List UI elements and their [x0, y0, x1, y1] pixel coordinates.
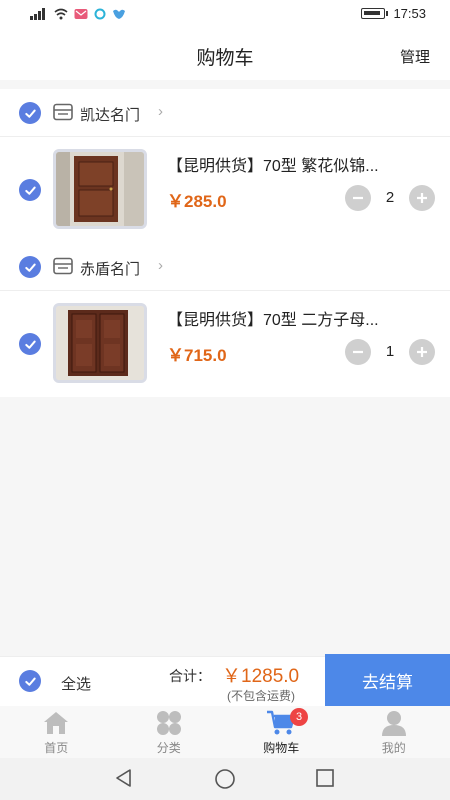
tab-label: 分类 [156, 741, 181, 755]
bird-icon [113, 9, 125, 19]
minus-icon [353, 350, 363, 354]
quantity-stepper: 2 [345, 185, 435, 211]
quantity-value: 2 [385, 189, 395, 206]
tab-bar: 首页 分类 3 购物车 我的 [0, 706, 450, 758]
checkout-bar: 全选 合计： ￥1285.0 (不包含运费) 去结算 [0, 654, 450, 707]
decrease-button[interactable] [345, 339, 371, 365]
app-header: 购物车 管理 [0, 30, 450, 80]
tab-label: 我的 [381, 741, 406, 755]
cart-item: 【昆明供货】70型 二方子母... ￥715.0 1 [0, 291, 450, 397]
tab-profile[interactable]: 我的 [338, 706, 450, 758]
wifi-icon [54, 8, 68, 20]
tab-home[interactable]: 首页 [0, 706, 113, 758]
check-icon [24, 186, 36, 195]
plus-icon [417, 347, 427, 357]
chevron-right-icon[interactable]: › [158, 257, 163, 274]
select-all-label[interactable]: 全选 [61, 673, 91, 694]
home-nav-icon[interactable] [214, 768, 236, 790]
increase-button[interactable] [409, 185, 435, 211]
shop-checkbox[interactable] [19, 256, 41, 278]
shop-checkbox[interactable] [19, 102, 41, 124]
minus-icon [353, 196, 363, 200]
tab-category[interactable]: 分类 [113, 706, 226, 758]
select-all-checkbox[interactable] [19, 670, 41, 692]
clock: 17:53 [393, 6, 426, 21]
recents-icon[interactable] [315, 768, 335, 788]
check-icon [24, 263, 36, 272]
store-icon [53, 103, 73, 121]
shop-group: 赤盾名门 › 【昆明供货】70型 二方子母... ￥715.0 1 [0, 243, 450, 397]
item-checkbox[interactable] [19, 179, 41, 201]
decrease-button[interactable] [345, 185, 371, 211]
total-label: 合计： [169, 668, 211, 684]
product-price: ￥715.0 [167, 346, 227, 365]
check-icon [24, 677, 36, 686]
back-icon[interactable] [114, 768, 134, 788]
checkout-button[interactable]: 去结算 [325, 654, 450, 707]
quantity-stepper: 1 [345, 339, 435, 365]
item-checkbox[interactable] [19, 333, 41, 355]
shop-header: 赤盾名门 › [0, 243, 450, 291]
total-amount: ￥1285.0 [222, 666, 300, 687]
manage-button[interactable]: 管理 [400, 46, 430, 67]
cart-item: 【昆明供货】70型 繁花似锦... ￥285.0 2 [0, 137, 450, 243]
system-nav-bar [0, 758, 450, 800]
store-icon [53, 257, 73, 275]
category-icon [154, 709, 184, 737]
check-icon [24, 340, 36, 349]
status-icons [30, 8, 126, 20]
sync-icon [94, 8, 106, 20]
battery-icon [361, 8, 389, 19]
product-image[interactable] [53, 303, 147, 383]
home-icon [41, 709, 71, 737]
page-title: 购物车 [196, 48, 254, 69]
chevron-right-icon[interactable]: › [158, 103, 163, 120]
shop-group: 凯达名门 › 【昆明供货】70型 繁花似锦... ￥285.0 2 [0, 89, 450, 243]
cart-badge: 3 [290, 708, 308, 726]
product-image[interactable] [53, 149, 147, 229]
quantity-value: 1 [385, 343, 395, 360]
shop-header: 凯达名门 › [0, 89, 450, 137]
product-title[interactable]: 【昆明供货】70型 二方子母... [167, 306, 437, 330]
mail-icon [74, 9, 88, 19]
status-bar: 17:53 [0, 0, 450, 30]
shipping-note: (不包含运费) [227, 689, 295, 703]
store-name[interactable]: 赤盾名门 [80, 258, 140, 279]
tab-label: 首页 [44, 741, 69, 755]
check-icon [24, 109, 36, 118]
signal-icon [30, 8, 45, 20]
store-name[interactable]: 凯达名门 [80, 104, 140, 125]
plus-icon [417, 193, 427, 203]
tab-label: 购物车 [263, 741, 300, 755]
tab-cart[interactable]: 3 购物车 [225, 706, 338, 758]
user-icon [379, 709, 409, 737]
product-price: ￥285.0 [167, 192, 227, 211]
product-title[interactable]: 【昆明供货】70型 繁花似锦... [167, 152, 437, 176]
increase-button[interactable] [409, 339, 435, 365]
